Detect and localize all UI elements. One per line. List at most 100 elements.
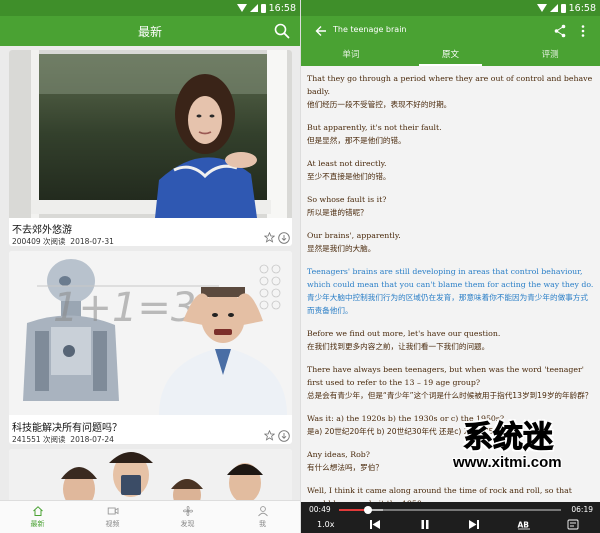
status-time: 16:58 [268, 2, 296, 14]
tab-evaluation[interactable]: 评测 [500, 46, 600, 66]
chinese-translation: 在我们找到更多内容之前，让我们看一下我们的问题。 [307, 342, 490, 351]
right-phone-screen: 16:58 The teenage brain 单词 原文 评测 That th… [300, 0, 600, 533]
chinese-translation: 至少不直接是他们的错。 [307, 172, 391, 181]
article-thumbnail[interactable] [9, 50, 292, 218]
search-icon[interactable] [274, 23, 290, 39]
english-sentence[interactable]: Our brains', apparently. [307, 229, 595, 242]
back-arrow-icon[interactable] [315, 24, 327, 38]
article-meta: 200409 次阅读 2018-07-31 [12, 236, 114, 246]
article-date: 2018-07-24 [70, 435, 114, 444]
transcript-reader[interactable]: That they go through a period where they… [301, 66, 600, 502]
svg-text:1+1=3: 1+1=3 [53, 285, 196, 331]
chinese-translation: 有什么想法吗，罗伯？ [307, 463, 383, 472]
signal-icon [249, 4, 258, 12]
article-date: 2018-07-31 [70, 237, 114, 246]
transcript-paragraph[interactable]: At least not directly. 至少不直接是他们的错。 [307, 157, 595, 183]
share-icon[interactable] [554, 24, 566, 38]
article-thumbnail[interactable]: 1+1=3 [9, 251, 292, 415]
chinese-translation: 显然是我们的大脑。 [307, 244, 376, 253]
article-views: 241551 次阅读 [12, 435, 66, 444]
nav-item-me[interactable]: 我 [225, 501, 300, 533]
article-title[interactable]: 科技能解决所有问题吗？ [12, 419, 122, 434]
nav-label: 视频 [105, 520, 120, 528]
transcript-paragraph[interactable]: That they go through a period where they… [307, 72, 595, 111]
status-bar: 16:58 [301, 0, 600, 16]
transcript-paragraph[interactable]: But apparently, it's not their fault. 但是显… [307, 121, 595, 147]
chinese-translation: 但是显然，那不是他们的错。 [307, 136, 406, 145]
article-card[interactable]: 不去郊外悠游 200409 次阅读 2018-07-31 [9, 50, 292, 246]
battery-icon [560, 3, 566, 13]
status-bar: 16:58 [0, 0, 300, 16]
english-sentence[interactable]: Any ideas, Rob? [307, 448, 595, 461]
article-feed[interactable]: 不去郊外悠游 200409 次阅读 2018-07-31 1+1=3 科技能解决… [0, 46, 300, 500]
english-sentence[interactable]: Teenagers' brains are still developing i… [307, 265, 595, 291]
progress-slider[interactable] [339, 506, 561, 514]
bottom-navigation: 最新 视频 发现 我 [0, 500, 300, 533]
tab-words[interactable]: 单词 [301, 46, 401, 66]
more-options-icon[interactable] [580, 24, 586, 38]
playback-speed-button[interactable]: 1.0x [317, 520, 334, 529]
transcript-paragraph[interactable]: Was it: a) the 1920s b) the 1930s or c) … [307, 412, 595, 438]
transcript-paragraph[interactable]: Well, I think it came along around the t… [307, 484, 595, 502]
english-sentence[interactable]: So whose fault is it? [307, 193, 595, 206]
article-title: The teenage brain [333, 25, 407, 34]
svg-text:AB: AB [518, 521, 530, 530]
tab-original-text[interactable]: 原文 [401, 46, 501, 66]
download-icon[interactable] [278, 232, 290, 244]
download-icon[interactable] [278, 430, 290, 442]
article-meta: 241551 次阅读 2018-07-24 [12, 434, 114, 444]
transcript-paragraph[interactable]: Any ideas, Rob? 有什么想法吗，罗伯？ [307, 448, 595, 474]
nav-label: 最新 [30, 520, 45, 528]
profile-icon [257, 506, 268, 517]
current-time: 00:49 [309, 505, 331, 514]
transcript-paragraph[interactable]: So whose fault is it? 所以是谁的错呢？ [307, 193, 595, 219]
nav-item-discover[interactable]: 发现 [150, 501, 225, 533]
chinese-translation: 青少年大脑中控制我们行为的区域仍在发育，那意味着你不能因为青少年的做事方式而责备… [307, 293, 588, 315]
article-views: 200409 次阅读 [12, 237, 66, 246]
ab-repeat-icon[interactable]: AB [517, 519, 531, 530]
article-card[interactable] [9, 449, 292, 500]
left-phone-screen: 16:58 最新 不去郊外悠游 200409 次阅读 2018-07-31 1+… [0, 0, 300, 533]
article-thumbnail[interactable] [9, 449, 292, 500]
transcript-paragraph[interactable]: Teenagers' brains are still developing i… [307, 265, 595, 317]
status-time: 16:58 [568, 2, 596, 14]
english-sentence[interactable]: But apparently, it's not their fault. [307, 121, 595, 134]
chinese-translation: 所以是谁的错呢？ [307, 208, 368, 217]
nav-item-video[interactable]: 视频 [75, 501, 150, 533]
transcript-paragraph[interactable]: Our brains', apparently. 显然是我们的大脑。 [307, 229, 595, 255]
wifi-icon [236, 4, 247, 12]
english-sentence[interactable]: At least not directly. [307, 157, 595, 170]
home-icon [32, 506, 43, 516]
duration: 06:19 [571, 505, 593, 514]
signal-icon [549, 4, 558, 12]
wifi-icon [536, 4, 547, 12]
reader-tabs: 单词 原文 评测 [301, 46, 600, 66]
video-icon [107, 507, 118, 515]
app-bar: The teenage brain [301, 16, 600, 46]
star-icon[interactable] [264, 232, 275, 243]
page-title: 最新 [137, 24, 162, 39]
transcript-paragraph[interactable]: Before we find out more, let's have our … [307, 327, 595, 353]
next-icon[interactable] [468, 519, 480, 530]
progress-knob[interactable] [363, 506, 372, 514]
english-sentence[interactable]: Well, I think it came along around the t… [307, 484, 595, 502]
battery-icon [260, 3, 266, 13]
nav-label: 发现 [180, 520, 195, 528]
english-sentence[interactable]: There have always been teenagers, but wh… [307, 363, 595, 389]
previous-icon[interactable] [369, 519, 381, 530]
english-sentence[interactable]: That they go through a period where they… [307, 72, 595, 98]
chinese-translation: 他们经历一段不受管控，表现不好的时期。 [307, 100, 452, 109]
nav-label: 我 [259, 520, 266, 528]
article-title[interactable]: 不去郊外悠游 [12, 221, 72, 236]
article-card[interactable]: 1+1=3 科技能解决所有问题吗？ 241551 次阅读 2018-07-24 [9, 251, 292, 444]
app-bar: 最新 [0, 16, 300, 46]
english-sentence[interactable]: Before we find out more, let's have our … [307, 327, 595, 340]
star-icon[interactable] [264, 430, 275, 441]
nav-item-latest[interactable]: 最新 [0, 501, 75, 533]
chinese-translation: 总是会有青少年，但是“青少年”这个词是什么时候被用于指代13岁到19岁的年龄群？ [307, 391, 593, 400]
pause-icon[interactable] [419, 519, 431, 530]
transcript-paragraph[interactable]: There have always been teenagers, but wh… [307, 363, 595, 402]
discover-icon [182, 506, 193, 516]
subtitle-icon[interactable] [567, 519, 579, 530]
english-sentence[interactable]: Was it: a) the 1920s b) the 1930s or c) … [307, 412, 595, 425]
